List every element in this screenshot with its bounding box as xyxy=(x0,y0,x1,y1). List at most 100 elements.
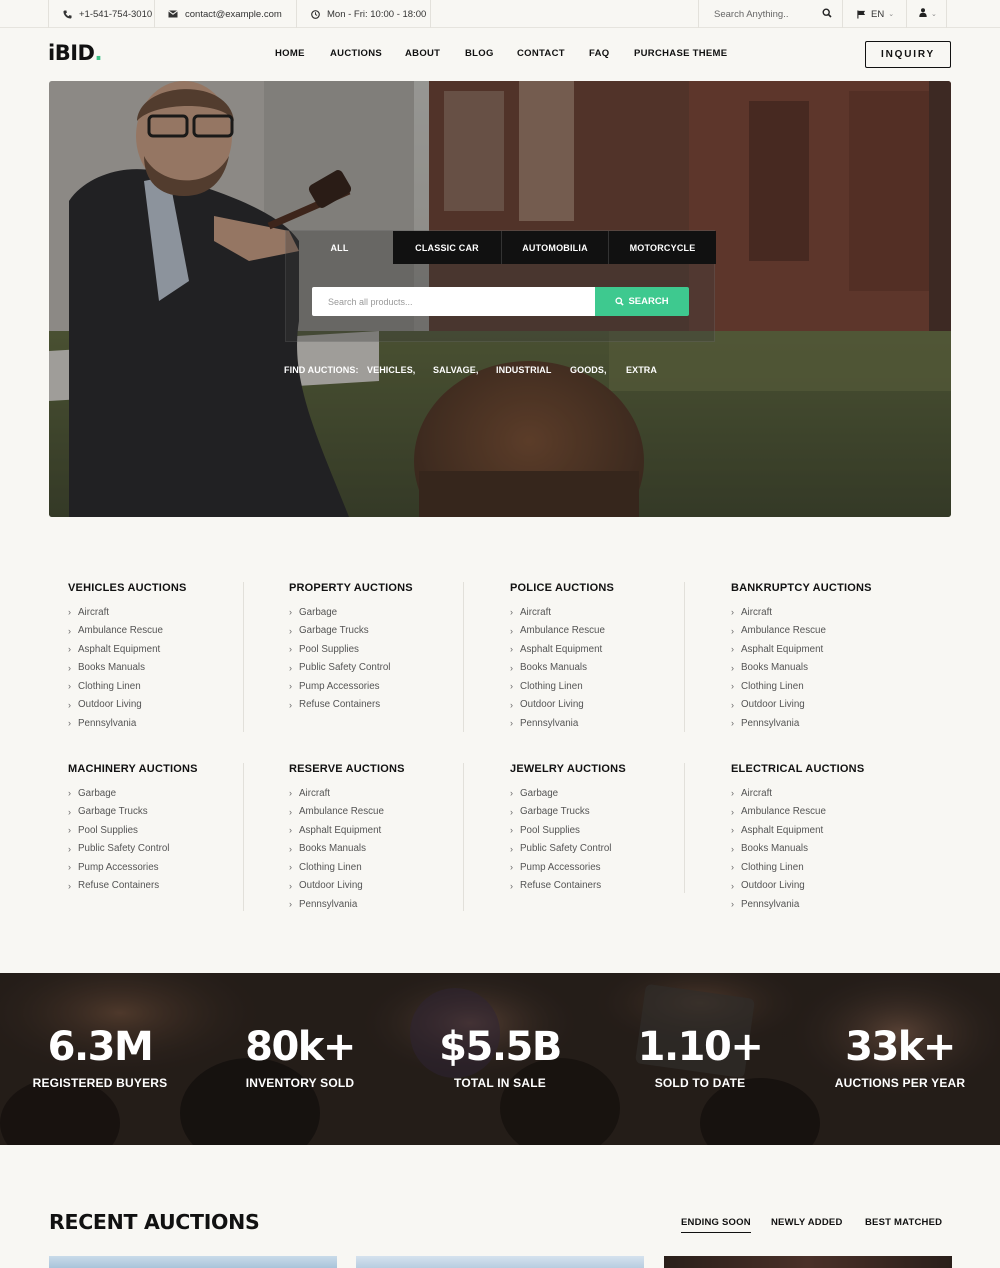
category-link[interactable]: › Outdoor Living xyxy=(510,696,710,715)
nav-purchase-theme[interactable]: PURCHASE THEME xyxy=(634,48,727,60)
category-title[interactable]: RESERVE AUCTIONS xyxy=(289,763,489,777)
tab-newly-added[interactable]: NEWLY ADDED xyxy=(771,1217,843,1228)
tab-motorcycle[interactable]: MOTORCYCLE xyxy=(608,231,716,264)
category-link[interactable]: › Outdoor Living xyxy=(731,877,931,896)
product-search-input[interactable]: Search all products... xyxy=(312,287,596,316)
category-link[interactable]: › Garbage Trucks xyxy=(289,622,489,641)
tab-ending-soon[interactable]: ENDING SOON xyxy=(681,1217,751,1233)
category-link[interactable]: › Clothing Linen xyxy=(731,858,931,877)
category-link[interactable]: › Ambulance Rescue xyxy=(510,622,710,641)
language-selector[interactable]: EN ⌄ xyxy=(856,0,894,28)
site-logo[interactable]: iBID. xyxy=(48,41,102,65)
email-contact[interactable]: contact@example.com xyxy=(168,0,282,28)
category-link[interactable]: › Pool Supplies xyxy=(510,821,710,840)
category-link[interactable]: › Refuse Containers xyxy=(510,877,710,896)
category-title[interactable]: MACHINERY AUCTIONS xyxy=(68,763,268,777)
category-link[interactable]: › Garbage Trucks xyxy=(68,803,268,822)
category-link[interactable]: › Outdoor Living xyxy=(68,696,268,715)
search-button[interactable]: SEARCH xyxy=(595,287,689,316)
site-search-input[interactable]: Search Anything.. xyxy=(714,9,788,20)
auction-card-image[interactable] xyxy=(664,1256,952,1268)
find-link-industrial[interactable]: INDUSTRIAL xyxy=(496,365,552,377)
category-link[interactable]: › Outdoor Living xyxy=(289,877,489,896)
category-link[interactable]: › Public Safety Control xyxy=(289,659,489,678)
category-link[interactable]: › Ambulance Rescue xyxy=(68,622,268,641)
category-link[interactable]: › Pump Accessories xyxy=(68,858,268,877)
category-link[interactable]: › Ambulance Rescue xyxy=(289,803,489,822)
category-link[interactable]: › Asphalt Equipment xyxy=(731,821,931,840)
category-link[interactable]: › Books Manuals xyxy=(731,840,931,859)
category-title[interactable]: JEWELRY AUCTIONS xyxy=(510,763,710,777)
category-link[interactable]: › Books Manuals xyxy=(68,659,268,678)
category-link[interactable]: › Clothing Linen xyxy=(68,677,268,696)
category-link[interactable]: › Garbage xyxy=(289,603,489,622)
category-link[interactable]: › Asphalt Equipment xyxy=(731,640,931,659)
category-link[interactable]: › Ambulance Rescue xyxy=(731,803,931,822)
category-link[interactable]: › Pool Supplies xyxy=(68,821,268,840)
hero-banner: ALL CLASSIC CAR AUTOMOBILIA MOTORCYCLE S… xyxy=(49,81,951,517)
category-link[interactable]: › Garbage Trucks xyxy=(510,803,710,822)
search-icon[interactable] xyxy=(822,7,832,21)
nav-about[interactable]: ABOUT xyxy=(405,48,440,60)
category-link[interactable]: › Aircraft xyxy=(289,784,489,803)
phone-contact[interactable]: +1-541-754-3010 xyxy=(62,0,152,28)
category-link[interactable]: › Books Manuals xyxy=(731,659,931,678)
tab-best-matched[interactable]: BEST MATCHED xyxy=(865,1217,942,1228)
category-title[interactable]: ELECTRICAL AUCTIONS xyxy=(731,763,931,777)
nav-faq[interactable]: FAQ xyxy=(589,48,609,60)
category-link[interactable]: › Ambulance Rescue xyxy=(731,622,931,641)
category-link[interactable]: › Refuse Containers xyxy=(68,877,268,896)
auction-card-image[interactable] xyxy=(49,1256,337,1268)
find-link-goods[interactable]: GOODS, xyxy=(570,365,607,377)
find-link-salvage[interactable]: SALVAGE, xyxy=(433,365,478,377)
category-link[interactable]: › Aircraft xyxy=(510,603,710,622)
category-link[interactable]: › Aircraft xyxy=(731,784,931,803)
user-icon[interactable] xyxy=(919,8,927,20)
stat-auctions-per-year: 33k+ AUCTIONS PER YEAR xyxy=(800,1023,1000,1090)
site-search[interactable]: Search Anything.. xyxy=(714,0,832,28)
category-link[interactable]: › Pennsylvania xyxy=(510,714,710,733)
nav-home[interactable]: HOME xyxy=(275,48,305,60)
category-link[interactable]: › Garbage xyxy=(68,784,268,803)
category-title[interactable]: VEHICLES AUCTIONS xyxy=(68,582,268,596)
category-link[interactable]: › Asphalt Equipment xyxy=(289,821,489,840)
tab-all[interactable]: ALL xyxy=(286,231,393,264)
category-title[interactable]: BANKRUPTCY AUCTIONS xyxy=(731,582,931,596)
category-link[interactable]: › Aircraft xyxy=(731,603,931,622)
category-title[interactable]: PROPERTY AUCTIONS xyxy=(289,582,489,596)
nav-blog[interactable]: BLOG xyxy=(465,48,494,60)
category-link[interactable]: › Public Safety Control xyxy=(510,840,710,859)
chevron-right-icon: › xyxy=(731,788,734,799)
category-link[interactable]: › Outdoor Living xyxy=(731,696,931,715)
inquiry-button[interactable]: INQUIRY xyxy=(865,41,951,68)
nav-contact[interactable]: CONTACT xyxy=(517,48,565,60)
category-link[interactable]: › Clothing Linen xyxy=(510,677,710,696)
top-bar: +1-541-754-3010 contact@example.com Mon … xyxy=(0,0,1000,28)
search-button-label: SEARCH xyxy=(628,296,669,307)
category-link[interactable]: › Asphalt Equipment xyxy=(68,640,268,659)
category-link[interactable]: › Clothing Linen xyxy=(731,677,931,696)
tab-classic-car[interactable]: CLASSIC CAR xyxy=(393,231,501,264)
category-link[interactable]: › Books Manuals xyxy=(510,659,710,678)
find-link-extra[interactable]: EXTRA xyxy=(626,365,657,377)
category-link[interactable]: › Pool Supplies xyxy=(289,640,489,659)
auction-card-image[interactable] xyxy=(356,1256,644,1268)
category-link[interactable]: › Pump Accessories xyxy=(289,677,489,696)
category-link[interactable]: › Pump Accessories xyxy=(510,858,710,877)
account-menu[interactable]: ⌄ xyxy=(919,0,937,28)
tab-automobilia[interactable]: AUTOMOBILIA xyxy=(501,231,608,264)
category-link[interactable]: › Pennsylvania xyxy=(731,895,931,914)
find-link-vehicles[interactable]: VEHICLES, xyxy=(367,365,415,377)
category-link[interactable]: › Aircraft xyxy=(68,603,268,622)
category-link[interactable]: › Pennsylvania xyxy=(731,714,931,733)
category-title[interactable]: POLICE AUCTIONS xyxy=(510,582,710,596)
category-link[interactable]: › Pennsylvania xyxy=(68,714,268,733)
category-link[interactable]: › Refuse Containers xyxy=(289,696,489,715)
category-link[interactable]: › Garbage xyxy=(510,784,710,803)
category-link[interactable]: › Asphalt Equipment xyxy=(510,640,710,659)
category-link[interactable]: › Public Safety Control xyxy=(68,840,268,859)
category-link[interactable]: › Pennsylvania xyxy=(289,895,489,914)
nav-auctions[interactable]: AUCTIONS xyxy=(330,48,382,60)
category-link[interactable]: › Clothing Linen xyxy=(289,858,489,877)
category-link[interactable]: › Books Manuals xyxy=(289,840,489,859)
